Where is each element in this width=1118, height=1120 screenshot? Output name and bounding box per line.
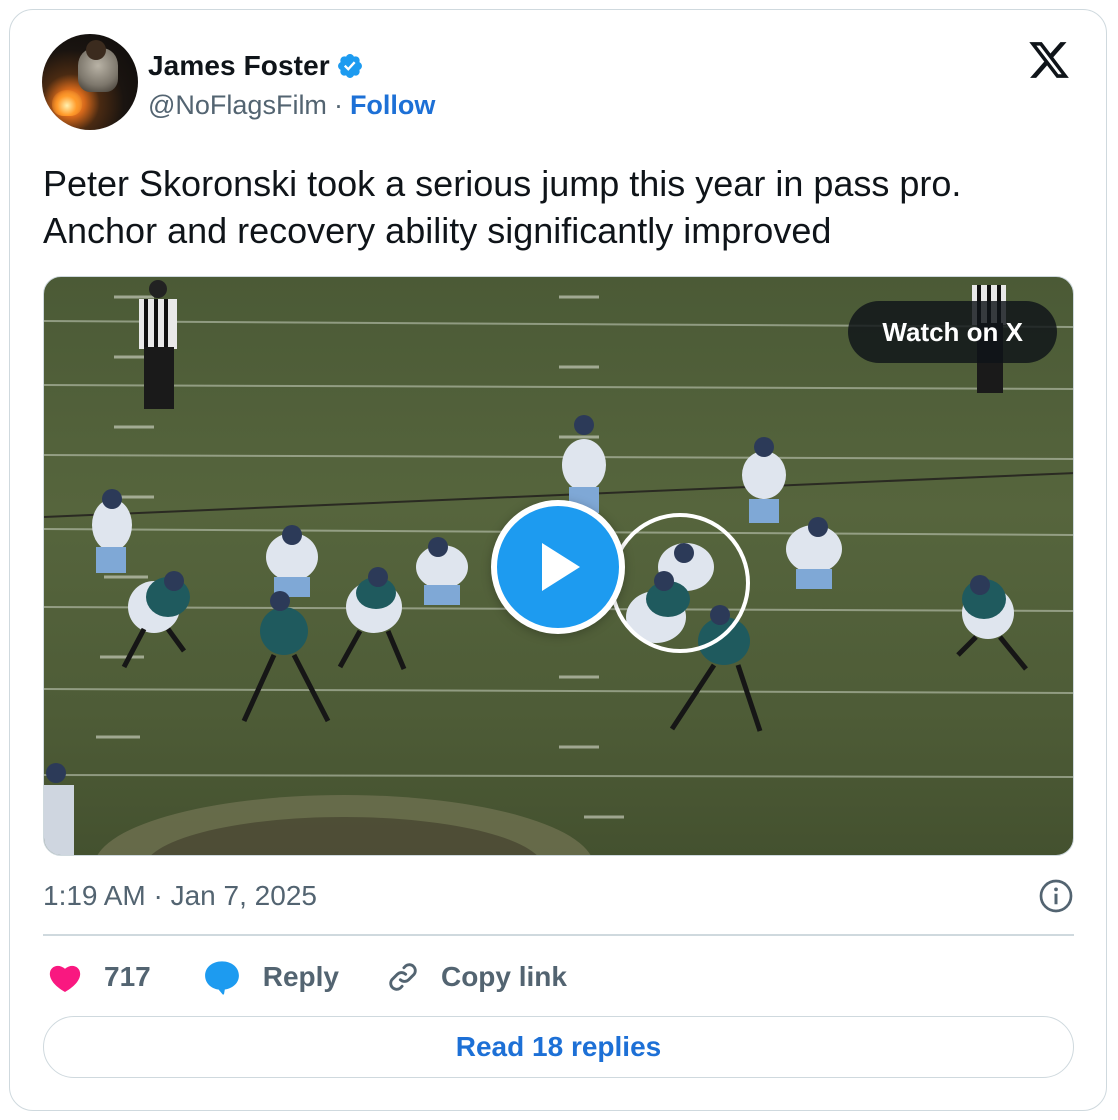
watch-on-x-label: Watch on X xyxy=(882,316,1023,347)
reply-button[interactable]: Reply xyxy=(203,959,339,995)
read-replies-button[interactable]: Read 18 replies xyxy=(43,1016,1074,1078)
reply-label: Reply xyxy=(262,961,339,992)
info-icon[interactable] xyxy=(1038,878,1074,914)
link-icon xyxy=(389,963,417,991)
speech-bubble-icon xyxy=(204,961,239,995)
tweet-text: Peter Skoronski took a serious jump this… xyxy=(43,163,962,251)
author-name-row: James Foster xyxy=(148,50,364,82)
avatar-head-detail xyxy=(86,40,106,60)
timestamp-link[interactable]: 1:19 AM · Jan 7, 2025 xyxy=(43,880,317,912)
author-handle[interactable]: @NoFlagsFilm xyxy=(148,90,327,121)
heart-icon xyxy=(49,965,81,993)
avatar-fire-detail xyxy=(52,90,82,116)
play-icon xyxy=(542,543,580,591)
separator-dot: · xyxy=(333,90,343,120)
video-media[interactable]: Watch on X xyxy=(43,276,1074,856)
watch-on-x-button[interactable]: Watch on X xyxy=(848,301,1057,363)
like-button[interactable]: 717 xyxy=(48,961,151,993)
tweet-card: James Foster @NoFlagsFilm · Follow Peter… xyxy=(9,9,1107,1111)
play-button[interactable] xyxy=(491,500,625,634)
x-logo-icon[interactable] xyxy=(1026,38,1072,82)
action-bar: 717 Reply Copy link xyxy=(48,952,567,1002)
avatar[interactable] xyxy=(42,34,138,130)
author-handle-row: @NoFlagsFilm · Follow xyxy=(148,90,435,121)
read-replies-label: Read 18 replies xyxy=(455,1031,662,1062)
author-name[interactable]: James Foster xyxy=(148,50,330,82)
verified-badge-icon xyxy=(337,54,362,78)
follow-link[interactable]: Follow xyxy=(350,90,435,121)
copy-link-label: Copy link xyxy=(440,961,567,992)
like-count: 717 xyxy=(104,961,151,992)
meta-row: 1:19 AM · Jan 7, 2025 xyxy=(43,876,1074,916)
divider xyxy=(43,934,1074,936)
copy-link-button[interactable]: Copy link xyxy=(385,959,567,995)
